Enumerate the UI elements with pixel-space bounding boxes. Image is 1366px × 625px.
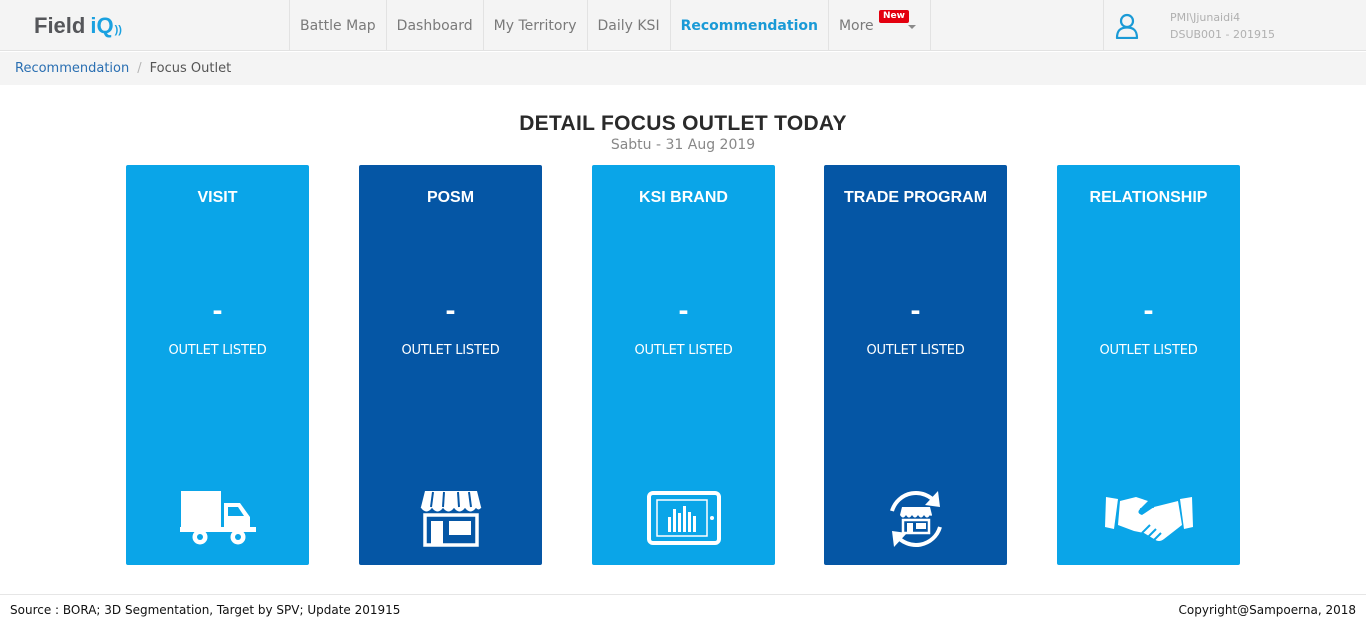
- nav-item-recommendation[interactable]: Recommendation: [669, 0, 828, 51]
- card-subtitle: OUTLET LISTED: [168, 343, 267, 358]
- user-info: PMI\Jjunaidi4 DSUB001 - 201915: [1170, 9, 1275, 43]
- truck-icon: [179, 491, 256, 545]
- card-title: POSM: [426, 189, 475, 206]
- card-subtitle: OUTLET LISTED: [866, 343, 965, 358]
- breadcrumb: Recommendation / Focus Outlet: [0, 52, 1366, 85]
- caret-down-icon: [907, 25, 916, 29]
- nav-item-battle-map[interactable]: Battle Map: [289, 0, 386, 51]
- card-value: -: [910, 294, 921, 327]
- card-relationship[interactable]: RELATIONSHIP - OUTLET LISTED: [1057, 165, 1240, 565]
- breadcrumb-recommendation-link[interactable]: Recommendation: [15, 61, 129, 76]
- card-trade-program[interactable]: TRADE PROGRAM - OUTLET LISTED: [824, 165, 1007, 565]
- card-value: -: [1143, 294, 1154, 327]
- nav-item-more[interactable]: More New: [827, 0, 931, 51]
- tablet-chart-icon: [646, 491, 721, 545]
- card-subtitle: OUTLET LISTED: [401, 343, 500, 358]
- nav-more-label: More: [838, 17, 874, 34]
- card-value: -: [212, 294, 223, 327]
- store-icon: [420, 491, 481, 547]
- footer-source: Source : BORA; 3D Segmentation, Target b…: [10, 603, 401, 617]
- new-badge: New: [878, 10, 909, 23]
- app-logo[interactable]: Field iQ )): [34, 13, 122, 39]
- user-name: PMI\Jjunaidi4: [1170, 11, 1241, 24]
- user-icon: [1115, 13, 1139, 39]
- logo-waves-icon: )): [114, 24, 122, 36]
- card-title: KSI BRAND: [639, 189, 728, 206]
- footer: Source : BORA; 3D Segmentation, Target b…: [0, 594, 1366, 625]
- nav-item-daily-ksi[interactable]: Daily KSI: [586, 0, 670, 51]
- card-visit[interactable]: VISIT - OUTLET LISTED: [126, 165, 309, 565]
- card-value: -: [678, 294, 689, 327]
- page-date: Sabtu - 31 Aug 2019: [610, 137, 756, 153]
- card-subtitle: OUTLET LISTED: [1099, 343, 1198, 358]
- card-title: VISIT: [197, 189, 238, 206]
- breadcrumb-separator: /: [137, 61, 142, 76]
- handshake-icon: [1104, 497, 1193, 541]
- nav-item-my-territory[interactable]: My Territory: [482, 0, 587, 51]
- page-title: DETAIL FOCUS OUTLET TODAY: [519, 112, 847, 135]
- card-ksi-brand[interactable]: KSI BRAND - OUTLET LISTED: [592, 165, 775, 565]
- nav-item-dashboard[interactable]: Dashboard: [385, 0, 483, 51]
- main-nav: Battle Map Dashboard My Territory Daily …: [289, 0, 931, 51]
- card-title: RELATIONSHIP: [1089, 189, 1208, 206]
- user-code: DSUB001 - 201915: [1170, 28, 1275, 41]
- logo-text-iq: iQ: [90, 13, 114, 38]
- card-value: -: [445, 294, 456, 327]
- card-posm[interactable]: POSM - OUTLET LISTED: [359, 165, 542, 565]
- card-subtitle: OUTLET LISTED: [634, 343, 733, 358]
- store-refresh-icon: [889, 491, 942, 547]
- logo-text-field: Field: [34, 13, 86, 38]
- footer-copyright: Copyright@Sampoerna, 2018: [1178, 603, 1357, 617]
- card-title: TRADE PROGRAM: [843, 189, 988, 206]
- user-menu[interactable]: PMI\Jjunaidi4 DSUB001 - 201915: [1103, 0, 1366, 51]
- breadcrumb-current: Focus Outlet: [149, 61, 232, 76]
- top-navbar: Field iQ )) Battle Map Dashboard My Terr…: [0, 0, 1366, 51]
